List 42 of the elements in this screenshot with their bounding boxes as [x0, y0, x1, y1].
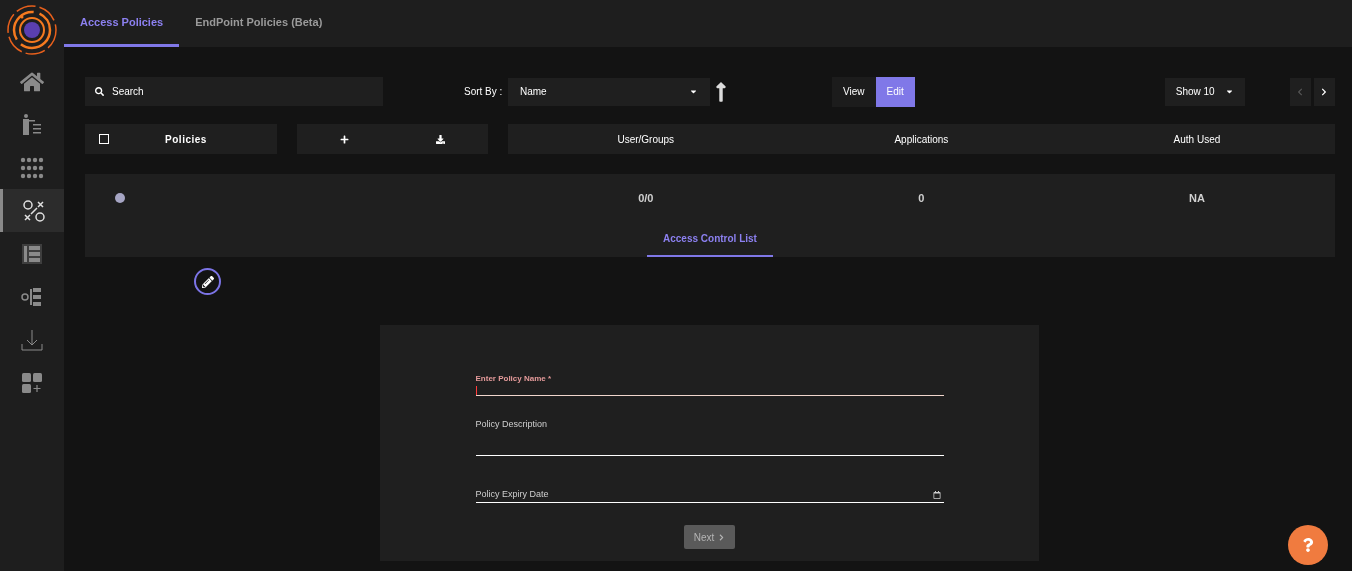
tab[interactable]: EndPoint Policies (Beta) — [179, 0, 339, 47]
table-cell-text: NA — [1188, 190, 1206, 206]
sort-label: Sort By : — [464, 85, 504, 99]
column-header: Auth Used — [1172, 132, 1222, 147]
chevron-right-icon — [718, 533, 726, 541]
person-list-icon — [20, 112, 44, 137]
tab[interactable]: Access Policies — [64, 0, 180, 47]
logo-icon — [6, 4, 58, 56]
add-icon[interactable] — [340, 134, 350, 144]
dots-grid-icon — [20, 155, 44, 180]
network-icon — [21, 198, 46, 223]
table-cell-text: 0 — [917, 190, 926, 206]
chevron-right-icon — [1320, 87, 1329, 96]
help-button[interactable] — [1287, 525, 1328, 565]
table-cell-text: 0/0 — [637, 190, 655, 206]
mode-toggle[interactable]: View — [832, 76, 876, 107]
sidebar-item[interactable] — [0, 189, 64, 232]
calendar-icon[interactable] — [932, 490, 941, 499]
apps-plus-icon — [20, 370, 44, 395]
subtab[interactable]: Access Control List — [647, 222, 773, 257]
text-field[interactable]: Enter Policy Name * — [475, 373, 944, 396]
download-icon[interactable] — [435, 134, 445, 144]
search-field[interactable]: Search — [85, 77, 383, 106]
caret-icon — [1224, 87, 1234, 96]
edit-button[interactable] — [194, 268, 221, 295]
column-header: Applications — [893, 132, 950, 147]
page-size-select[interactable]: Show 10 — [1164, 77, 1245, 106]
document-list-icon — [20, 241, 44, 266]
column-header: Policies — [164, 132, 208, 147]
caret-icon — [689, 87, 698, 96]
date-field[interactable]: Policy Expiry Date — [475, 487, 944, 503]
sort-select[interactable]: Name — [508, 77, 710, 106]
text-area-field[interactable]: Policy Description — [475, 418, 944, 456]
column-header: User/Groups — [616, 132, 676, 147]
next-page-button[interactable] — [1313, 77, 1335, 106]
mode-toggle[interactable]: Edit — [875, 76, 915, 107]
download-icon — [20, 327, 44, 352]
chevron-left-icon — [1296, 87, 1305, 96]
select-all-checkbox[interactable] — [99, 134, 109, 144]
search-icon — [95, 87, 104, 96]
sort-direction-icon[interactable] — [715, 80, 727, 103]
pencil-icon — [201, 275, 214, 288]
